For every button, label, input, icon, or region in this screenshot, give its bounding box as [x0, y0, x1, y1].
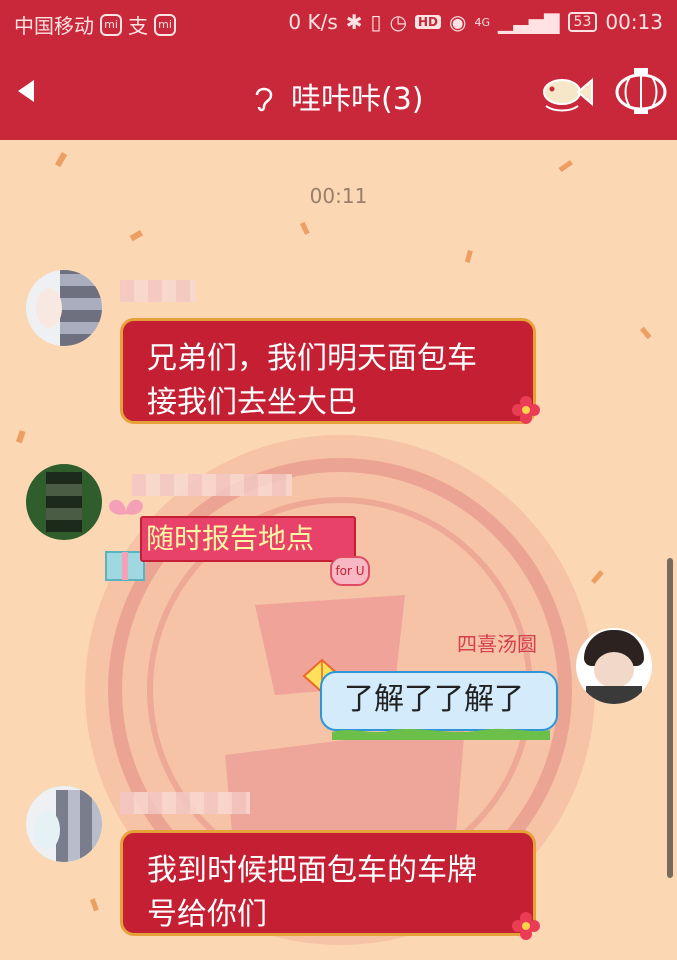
- chat-header: 哇咔咔(3): [0, 44, 677, 140]
- message-text: 了解了了解了: [344, 682, 524, 717]
- top-bar: 中国移动 mi 支 mi 0 K/s ✱ ▯ ◷ HD ◉ 4G ▁▃▅▇ 53…: [0, 0, 677, 140]
- status-left: 中国移动 mi 支 mi: [14, 10, 176, 39]
- for-u-tag: for U: [330, 556, 370, 586]
- avatar[interactable]: [26, 270, 102, 346]
- chat-title: 哇咔咔(3): [291, 82, 424, 117]
- carrier-label: 中国移动: [14, 14, 94, 38]
- chat-area[interactable]: 00:11 兄弟们，我们明天面包车 接我们去坐大巴 随时报告地点 for U 四…: [0, 140, 677, 960]
- sender-name-blurred: [120, 280, 196, 302]
- fish-icon[interactable]: [536, 66, 594, 116]
- message-text-line: 接我们去坐大巴: [147, 385, 357, 420]
- message-bubble[interactable]: 了解了了解了: [320, 671, 558, 731]
- alarm-icon: ◷: [389, 10, 407, 34]
- ear-icon[interactable]: [253, 83, 275, 113]
- bluetooth-icon: ✱: [345, 10, 363, 34]
- eye-icon: ◉: [449, 10, 467, 34]
- sender-name-blurred: [120, 792, 250, 814]
- vibrate-icon: ▯: [370, 10, 382, 34]
- flower-icon: [512, 912, 540, 940]
- signal-icon: ▁▃▅▇: [498, 10, 560, 34]
- sender-name: 四喜汤圆: [457, 632, 537, 656]
- network-speed: 0 K/s: [288, 10, 338, 34]
- status-bar: 中国移动 mi 支 mi 0 K/s ✱ ▯ ◷ HD ◉ 4G ▁▃▅▇ 53…: [0, 0, 677, 44]
- status-right: 0 K/s ✱ ▯ ◷ HD ◉ 4G ▁▃▅▇ 53 00:13: [288, 10, 663, 34]
- scrollbar[interactable]: [667, 558, 673, 878]
- flower-icon: [512, 396, 540, 424]
- grass-decoration: [332, 728, 550, 740]
- mi-icon: mi: [100, 13, 122, 36]
- for-u-tag-text: for U: [335, 564, 365, 578]
- network-type: 4G: [474, 15, 490, 29]
- message-text-line: 号给你们: [147, 897, 267, 932]
- alipay-icon: 支: [128, 14, 148, 38]
- avatar[interactable]: [26, 786, 102, 862]
- battery-indicator: 53: [567, 12, 598, 32]
- message-bubble[interactable]: 兄弟们，我们明天面包车 接我们去坐大巴: [120, 318, 536, 424]
- avatar[interactable]: [26, 464, 102, 540]
- message-bubble[interactable]: 随时报告地点: [140, 516, 356, 562]
- lantern-icon[interactable]: [612, 66, 670, 116]
- clock: 00:13: [605, 10, 663, 34]
- message-timestamp: 00:11: [309, 184, 368, 208]
- message-text-line: 我到时候把面包车的车牌: [147, 853, 477, 888]
- message-text-line: 兄弟们，我们明天面包车: [147, 341, 477, 376]
- mi-icon-2: mi: [154, 13, 176, 36]
- message-bubble[interactable]: 我到时候把面包车的车牌 号给你们: [120, 830, 536, 936]
- message-text: 随时报告地点: [146, 522, 315, 555]
- sender-name-blurred: [132, 474, 292, 496]
- hd-badge: HD: [415, 15, 442, 29]
- avatar[interactable]: [576, 628, 652, 704]
